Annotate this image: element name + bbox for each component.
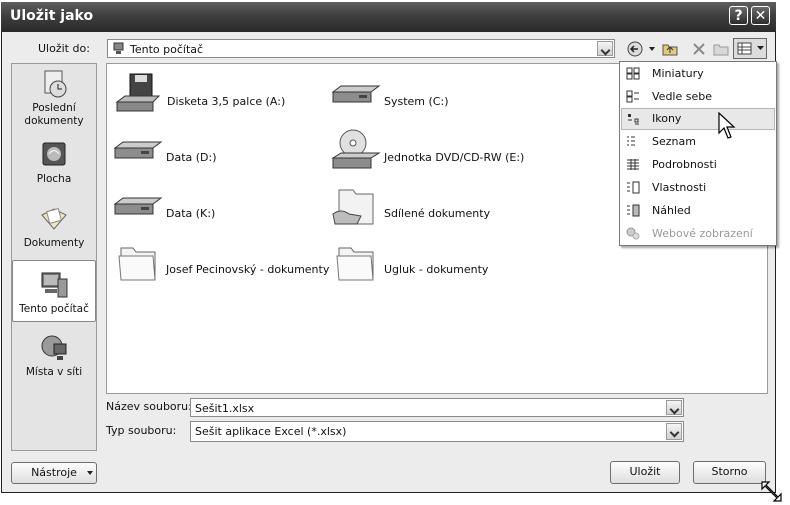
back-dropdown-icon[interactable] [648,45,656,53]
list-item[interactable]: Data (K:) [113,184,313,232]
thumbnails-view-icon [626,67,640,80]
file-label: Data (K:) [166,207,216,220]
place-label-computer: Tento počítač [19,303,89,315]
list-item[interactable]: Data (D:) [113,128,313,176]
place-this-computer[interactable]: Tento počítač [12,260,96,322]
menu-item-details[interactable]: Podrobnosti [621,154,775,176]
icons-view-icon [628,114,639,125]
list-item[interactable]: Disketa 3,5 palce (A:) [115,72,315,120]
menu-label: Vlastnosti [652,181,707,194]
desktop-icon [42,142,66,166]
menu-label: Podrobnosti [652,158,717,171]
network-icon [41,335,67,360]
place-label-network: Místa v síti [25,366,83,378]
close-button[interactable]: ✕ [751,6,770,25]
places-bar: Poslední dokumenty Plocha Dokumenty Tent… [11,63,97,451]
preview-view-icon [627,204,640,217]
menu-label: Náhled [652,204,691,217]
menu-item-tiles[interactable]: Vedle sebe [621,86,775,108]
tools-button-label: Nástroje [31,466,77,479]
computer-small-icon [113,42,124,54]
file-label: Data (D:) [166,151,217,164]
web-view-icon [626,227,640,240]
shared-folder-icon [332,189,374,225]
mouse-cursor-icon [718,112,736,139]
filetype-dropdown-button[interactable] [666,423,682,440]
recent-documents-icon [44,70,67,98]
save-button[interactable]: Uložit [610,461,680,484]
cancel-button[interactable]: Storno [693,461,766,484]
back-icon[interactable] [625,39,645,59]
save-in-label: Uložit do: [38,42,90,55]
tools-dropdown-icon [87,471,93,475]
resize-cursor-icon [761,481,782,502]
title-bar[interactable] [1,2,776,32]
menu-label: Miniatury [652,67,704,80]
hard-drive-icon [331,85,381,103]
views-icon [737,42,752,55]
tools-button[interactable]: Nástroje [11,462,97,484]
menu-label: Seznam [652,135,696,148]
file-label: Ugluk - dokumenty [384,263,489,276]
save-in-combo[interactable]: Tento počítač [107,39,615,58]
list-item[interactable]: System (C:) [331,72,531,120]
list-item[interactable]: Sdílené dokumenty [331,184,561,232]
tiles-view-icon [626,90,639,103]
hard-drive-icon [113,197,163,215]
dialog-title: Uložit jako [10,8,94,24]
filetype-label: Typ souboru: [106,424,177,437]
computer-icon [41,272,68,298]
menu-item-list[interactable]: Seznam [621,131,775,153]
menu-label: Ikony [652,112,682,125]
list-item[interactable]: Josef Pecinovský - dokumenty [115,240,335,288]
documents-icon [41,208,67,230]
filename-input[interactable]: Sešit1.xlsx [190,398,684,417]
filename-dropdown-button[interactable] [666,400,682,415]
file-label: System (C:) [384,95,449,108]
filetype-value: Sešit aplikace Excel (*.xlsx) [195,425,347,438]
delete-icon[interactable] [689,39,709,59]
list-item[interactable]: Ugluk - dokumenty [333,240,533,288]
help-button[interactable]: ? [729,6,748,25]
up-folder-icon[interactable] [660,39,680,59]
views-menu-button[interactable] [733,38,767,59]
filename-value: Sešit1.xlsx [195,402,255,415]
hard-drive-icon [113,141,163,159]
save-in-value: Tento počítač [130,43,204,56]
filetype-select[interactable]: Sešit aplikace Excel (*.xlsx) [190,421,684,442]
views-dropdown-menu: Miniatury Vedle sebe Ikony Seznam Podrob… [619,61,777,246]
place-label-documents: Dokumenty [23,237,85,249]
list-item[interactable]: Jednotka DVD/CD-RW (E:) [331,128,561,176]
place-documents[interactable]: Dokumenty [12,203,96,255]
menu-item-preview[interactable]: Náhled [621,200,775,222]
menu-item-icons[interactable]: Ikony [621,108,775,130]
save-in-dropdown-button[interactable] [597,41,613,56]
menu-label: Vedle sebe [652,90,712,103]
views-dropdown-icon [757,46,764,50]
list-view-icon [627,136,635,146]
floppy-drive-icon [115,73,161,112]
menu-item-properties[interactable]: Vlastnosti [621,177,775,199]
place-label-recent: Poslední dokumenty [24,102,84,127]
place-network[interactable]: Místa v síti [12,332,96,384]
file-label: Josef Pecinovský - dokumenty [166,263,330,276]
place-recent-documents[interactable]: Poslední dokumenty [12,68,96,130]
dvd-drive-icon [331,129,381,169]
file-label: Disketa 3,5 palce (A:) [167,95,286,108]
folder-icon [336,247,374,281]
menu-item-thumbnails[interactable]: Miniatury [621,63,775,85]
folder-icon [118,247,156,281]
details-view-icon [627,159,639,170]
place-label-desktop: Plocha [36,173,72,185]
menu-item-web-view: Webové zobrazení [621,223,775,245]
filename-label: Název souboru: [106,400,192,413]
file-label: Sdílené dokumenty [384,207,491,220]
file-label: Jednotka DVD/CD-RW (E:) [384,151,525,164]
place-desktop[interactable]: Plocha [12,139,96,191]
menu-label: Webové zobrazení [652,227,753,240]
new-folder-icon[interactable] [711,39,731,59]
properties-view-icon [627,181,640,194]
